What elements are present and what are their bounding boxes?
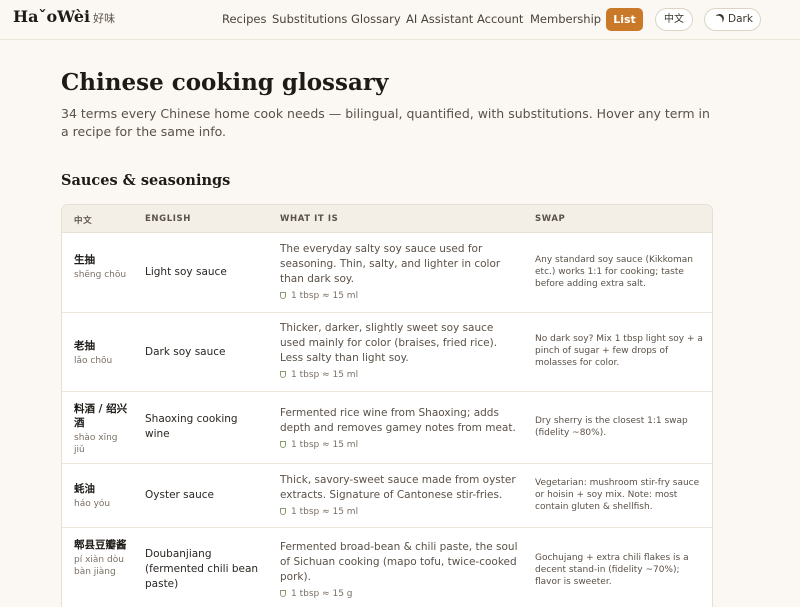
term-swap: Dry sherry is the closest 1:1 swap (fide… [535, 416, 688, 438]
nav-substitutions[interactable]: Substitutions [272, 12, 347, 26]
logo-chinese: 好味 [93, 12, 116, 25]
term-quantity: 1 tbsp ≈ 15 g [291, 589, 353, 599]
term-english: Doubanjiang (fermented chili bean paste) [145, 548, 259, 590]
table-row: 老抽 lǎo chōu Dark soy sauce Thicker, dark… [62, 313, 712, 392]
logo-text: HaˇoWèi [13, 7, 91, 26]
term-quantity: 1 tbsp ≈ 15 ml [291, 507, 359, 517]
language-toggle-button[interactable]: 中文 [655, 8, 693, 31]
nav-recipes[interactable]: Recipes [222, 12, 266, 26]
site-logo[interactable]: HaˇoWèi 好味 [13, 7, 115, 26]
term-description: Thick, savory-sweet sauce made from oyst… [280, 474, 516, 501]
page-subtitle: 34 terms every Chinese home cook needs —… [61, 106, 710, 139]
list-button[interactable]: List [606, 8, 643, 31]
term-quantity: 1 tbsp ≈ 15 ml [291, 291, 359, 301]
column-header-what: WHAT IT IS [280, 214, 339, 224]
measure-cup-icon [280, 508, 286, 515]
term-pinyin: pí xiàn dòu bàn jiàng [74, 555, 124, 577]
column-header-chinese: 中文 [74, 216, 93, 226]
table-row: 生抽 shēng chōu Light soy sauce The everyd… [62, 234, 712, 313]
column-header-swap: SWAP [535, 214, 566, 224]
term-chinese: 生抽 [74, 254, 95, 266]
term-english: Dark soy sauce [145, 346, 226, 358]
table-row: 蚝油 háo yóu Oyster sauce Thick, savory-sw… [62, 464, 712, 528]
top-navigation-bar: HaˇoWèi 好味 Recipes Substitutions Glossary… [0, 0, 800, 40]
term-swap: Vegetarian: mushroom stir-fry sauce or h… [535, 478, 700, 512]
term-description: Fermented broad-bean & chili paste, the … [280, 541, 518, 583]
term-pinyin: lǎo chōu [74, 356, 113, 366]
term-swap: Gochujang + extra chili flakes is a dece… [535, 553, 689, 587]
term-swap: Any standard soy sauce (Kikkoman etc.) w… [535, 255, 693, 289]
term-english: Oyster sauce [145, 489, 214, 501]
table-row: 料酒 / 绍兴酒 shào xīng jiǔ Shaoxing cooking … [62, 392, 712, 464]
measure-cup-icon [280, 371, 286, 378]
term-chinese: 郫县豆瓣酱 [74, 539, 127, 551]
measure-cup-icon [280, 292, 286, 299]
term-pinyin: shào xīng jiǔ [74, 433, 118, 455]
term-english: Shaoxing cooking wine [145, 413, 238, 440]
page-title: Chinese cooking glossary [61, 69, 389, 96]
term-chinese: 蚝油 [74, 483, 95, 495]
nav-glossary[interactable]: Glossary [351, 12, 401, 26]
nav-account[interactable]: Account [477, 12, 523, 26]
term-chinese: 料酒 / 绍兴酒 [74, 403, 128, 429]
term-pinyin: háo yóu [74, 499, 111, 509]
term-pinyin: shēng chōu [74, 270, 127, 280]
dark-mode-label: Dark [728, 13, 753, 25]
measure-cup-icon [280, 590, 286, 597]
term-quantity: 1 tbsp ≈ 15 ml [291, 370, 359, 380]
term-english: Light soy sauce [145, 266, 227, 278]
term-description: Thicker, darker, slightly sweet soy sauc… [280, 322, 498, 364]
measure-cup-icon [280, 441, 286, 448]
table-header: 中文 ENGLISH WHAT IT IS SWAP [62, 205, 712, 233]
nav-membership[interactable]: Membership [530, 12, 601, 26]
term-description: Fermented rice wine from Shaoxing; adds … [280, 407, 516, 434]
term-description: The everyday salty soy sauce used for se… [280, 243, 501, 285]
term-chinese: 老抽 [74, 340, 95, 352]
nav-ai-assistant[interactable]: AI Assistant [406, 12, 473, 26]
moon-icon [714, 13, 726, 25]
table-row: 郫县豆瓣酱 pí xiàn dòu bàn jiàng Doubanjiang … [62, 528, 712, 607]
term-quantity: 1 tbsp ≈ 15 ml [291, 440, 359, 450]
term-swap: No dark soy? Mix 1 tbsp light soy + a pi… [535, 334, 703, 368]
column-header-english: ENGLISH [145, 214, 191, 224]
dark-mode-button[interactable]: Dark [704, 8, 761, 31]
glossary-table: 中文 ENGLISH WHAT IT IS SWAP 生抽 shēng chōu… [61, 204, 713, 607]
section-title: Sauces & seasonings [61, 172, 231, 189]
